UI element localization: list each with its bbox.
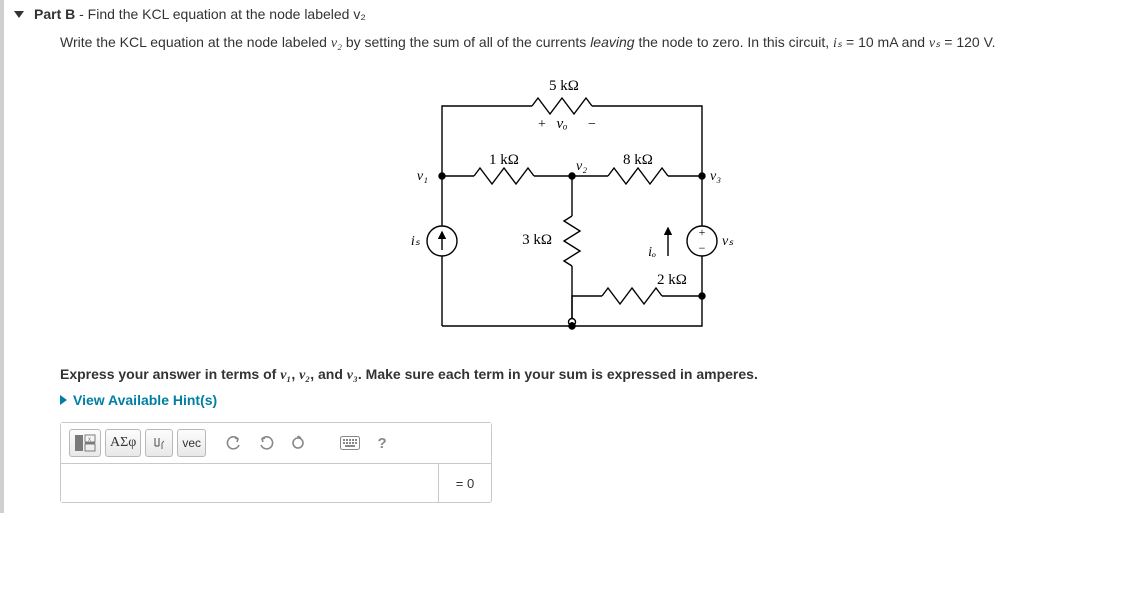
chevron-right-icon [60, 395, 67, 405]
greek-button[interactable]: ΑΣφ [105, 429, 141, 457]
part-title: Part B - Find the KCL equation at the no… [34, 6, 366, 22]
subscript-icon [151, 435, 167, 451]
svg-text:v₂: v₂ [576, 159, 587, 174]
svg-text:1 kΩ: 1 kΩ [489, 152, 519, 168]
template-icon: x [74, 434, 96, 452]
keyboard-button[interactable] [334, 429, 366, 457]
svg-text:3 kΩ: 3 kΩ [522, 232, 552, 248]
subscript-button[interactable] [145, 429, 173, 457]
view-hints-link[interactable]: View Available Hint(s) [60, 392, 217, 408]
answer-input[interactable] [61, 464, 439, 502]
svg-text:+: + [698, 225, 705, 239]
svg-text:−: − [588, 117, 596, 132]
hint-label: View Available Hint(s) [73, 392, 217, 408]
prompt-text: Write the KCL equation at the node label… [60, 34, 1103, 52]
svg-text:v₃: v₃ [710, 169, 721, 184]
redo-button[interactable] [252, 429, 280, 457]
svg-text:−: − [698, 241, 705, 255]
redo-icon [258, 435, 274, 451]
keyboard-icon [340, 436, 360, 450]
greek-label: ΑΣφ [110, 435, 136, 451]
instructions: Express your answer in terms of v₁, v₂, … [60, 366, 1103, 384]
undo-button[interactable] [220, 429, 248, 457]
help-label: ? [377, 435, 386, 452]
svg-text:iₛ: iₛ [410, 234, 420, 249]
svg-text:iₒ: iₒ [648, 245, 656, 260]
svg-text:v₁: v₁ [416, 169, 427, 184]
svg-text:2 kΩ: 2 kΩ [657, 272, 687, 288]
reset-button[interactable] [284, 429, 312, 457]
reset-icon [290, 435, 306, 451]
svg-text:+: + [538, 117, 546, 132]
svg-text:vₒ: vₒ [556, 116, 567, 132]
vec-button[interactable]: vec [177, 429, 206, 457]
collapse-icon[interactable] [14, 11, 24, 18]
answer-box: x ΑΣφ vec [60, 422, 492, 503]
svg-text:x: x [88, 437, 91, 443]
svg-text:vₛ: vₛ [722, 234, 734, 249]
svg-text:5 kΩ: 5 kΩ [549, 78, 579, 94]
circuit-diagram: 5 kΩ + vₒ − v₁ v₂ v₃ 1 kΩ [402, 66, 762, 346]
undo-icon [226, 435, 242, 451]
template-button[interactable]: x [69, 429, 101, 457]
equation-toolbar: x ΑΣφ vec [61, 423, 491, 464]
help-button[interactable]: ? [370, 429, 394, 457]
equals-zero-label: = 0 [439, 476, 491, 491]
vec-label: vec [182, 436, 201, 450]
svg-text:8 kΩ: 8 kΩ [623, 152, 653, 168]
